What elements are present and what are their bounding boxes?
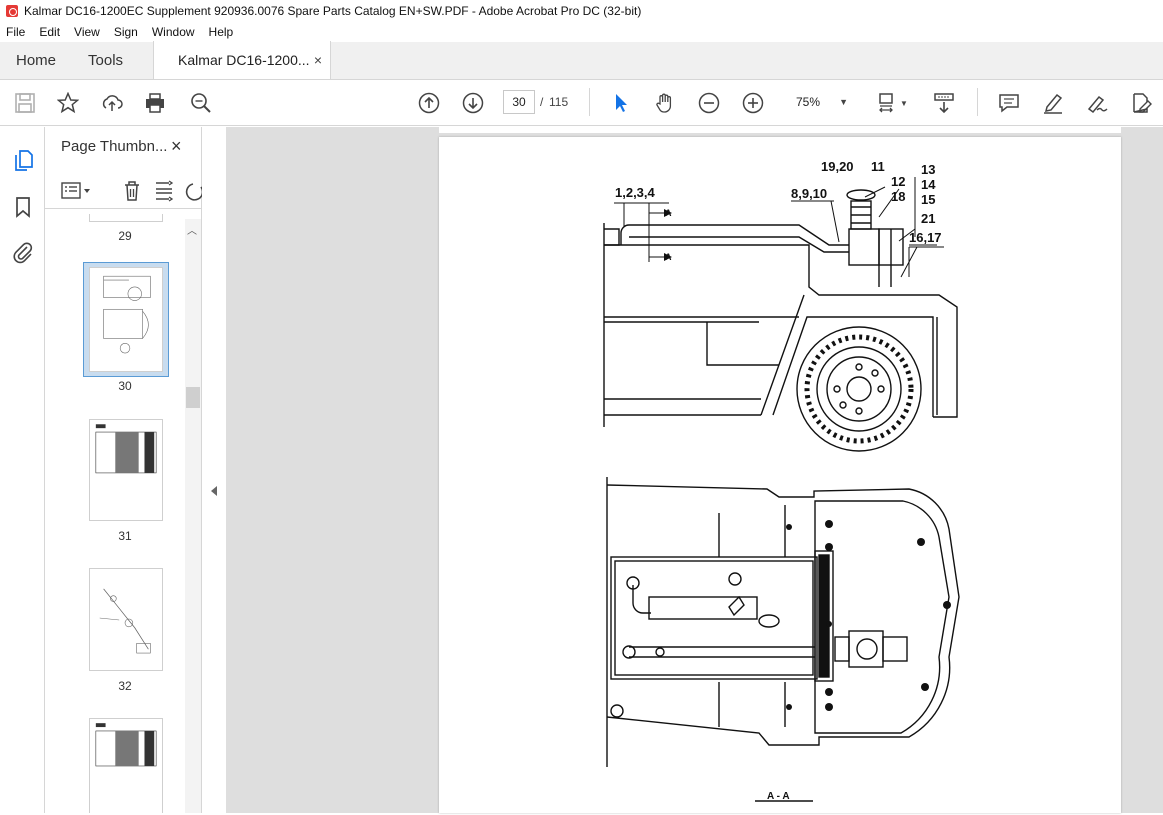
page-total: 115 xyxy=(549,95,569,109)
zoom-out-icon[interactable] xyxy=(697,91,721,115)
arrow-up-icon[interactable] xyxy=(417,91,441,115)
options-menu-icon[interactable] xyxy=(61,181,91,204)
thumbnail-29[interactable] xyxy=(89,214,163,222)
page-number-input[interactable]: 30 xyxy=(503,90,535,114)
delete-icon[interactable] xyxy=(121,180,143,205)
panel-close-icon[interactable]: × xyxy=(171,136,182,157)
panel-collapse-strip xyxy=(202,127,226,813)
thumbnail-31-preview xyxy=(95,424,157,474)
thumbnail-label: 31 xyxy=(118,529,132,543)
thumbnail-label: 30 xyxy=(118,379,132,393)
panel-toolbar xyxy=(45,175,202,209)
callout-label: 18 xyxy=(891,189,905,204)
callout-label: 15 xyxy=(921,192,935,207)
callout-label: 14 xyxy=(921,177,936,192)
callout-label: 19,20 xyxy=(821,159,854,174)
toolbar-divider xyxy=(589,88,590,116)
chevron-down-icon: ▼ xyxy=(839,97,848,107)
callout-label: 13 xyxy=(921,162,935,177)
attachment-icon[interactable] xyxy=(11,240,35,264)
zoom-search-icon[interactable] xyxy=(189,91,213,115)
fit-page-icon[interactable] xyxy=(876,91,900,115)
tab-document[interactable]: Kalmar DC16-1200... × xyxy=(153,41,332,79)
comment-icon[interactable] xyxy=(997,91,1021,115)
technical-drawing: 1,2,3,4 19,20 11 13 12 14 8,9,10 18 15 2… xyxy=(603,159,960,802)
tab-bar: Home Tools Kalmar DC16-1200... × xyxy=(0,41,1163,80)
print-icon[interactable] xyxy=(143,91,167,115)
zoom-in-icon[interactable] xyxy=(741,91,765,115)
menu-window[interactable]: Window xyxy=(152,25,195,39)
thumbnail-31[interactable] xyxy=(89,419,163,521)
edit-pdf-icon[interactable] xyxy=(1129,91,1153,115)
section-title: A - A xyxy=(767,791,790,802)
tab-document-label: Kalmar DC16-1200... xyxy=(178,52,310,68)
thumbnail-33[interactable] xyxy=(89,718,163,813)
sign-icon[interactable] xyxy=(1085,91,1109,115)
thumbnails-scrollbar[interactable] xyxy=(185,219,201,813)
save-icon[interactable] xyxy=(13,91,37,115)
extract-pages-icon[interactable] xyxy=(153,180,175,205)
tab-close-icon[interactable]: × xyxy=(314,52,322,68)
thumbnail-33-preview xyxy=(95,723,157,767)
collapse-panel-icon[interactable] xyxy=(211,486,217,496)
toolbar-divider-2 xyxy=(977,88,978,116)
highlight-pen-icon[interactable] xyxy=(1041,91,1065,115)
left-rail xyxy=(0,127,45,813)
tab-home[interactable]: Home xyxy=(0,41,72,79)
thumbnail-label: 32 xyxy=(118,679,132,693)
menu-view[interactable]: View xyxy=(74,25,100,39)
callout-label: 8,9,10 xyxy=(791,186,827,201)
fit-dropdown-icon[interactable]: ▼ xyxy=(899,91,909,115)
scroll-up-icon[interactable]: ︿ xyxy=(187,222,197,237)
menu-edit[interactable]: Edit xyxy=(39,25,60,39)
scroll-thumb[interactable] xyxy=(186,387,200,408)
callout-label: 12 xyxy=(891,174,905,189)
title-bar: Kalmar DC16-1200EC Supplement 920936.007… xyxy=(0,0,1163,22)
thumbnail-30[interactable] xyxy=(89,267,163,372)
page-separator: / xyxy=(540,95,544,109)
zoom-select[interactable]: 75% ▼ xyxy=(786,90,854,114)
section-mark: A xyxy=(665,252,672,262)
menu-bar: File Edit View Sign Window Help xyxy=(0,22,1163,42)
menu-sign[interactable]: Sign xyxy=(114,25,138,39)
menu-help[interactable]: Help xyxy=(209,25,234,39)
thumbnail-32-preview xyxy=(99,588,151,654)
window-title: Kalmar DC16-1200EC Supplement 920936.007… xyxy=(24,4,642,18)
thumbnail-30-preview xyxy=(103,275,151,354)
arrow-down-icon[interactable] xyxy=(461,91,485,115)
tab-tools[interactable]: Tools xyxy=(72,41,139,79)
callout-label: 11 xyxy=(871,159,885,174)
acrobat-logo-icon xyxy=(6,5,18,17)
star-icon[interactable] xyxy=(56,91,80,115)
menu-file[interactable]: File xyxy=(6,25,25,39)
toolbar xyxy=(0,80,1163,126)
panel-title: Page Thumbn... xyxy=(61,138,168,155)
rotate-icon[interactable] xyxy=(185,180,202,205)
select-cursor-icon[interactable] xyxy=(609,91,633,115)
previous-page-edge xyxy=(439,127,1121,133)
zoom-value: 75% xyxy=(796,95,821,109)
thumbnail-32[interactable] xyxy=(89,568,163,671)
callout-label: 1,2,3,4 xyxy=(615,185,656,200)
scroll-mode-icon[interactable] xyxy=(932,91,956,115)
thumbnail-label: 29 xyxy=(118,229,132,243)
section-mark: A xyxy=(665,208,672,218)
upload-icon[interactable] xyxy=(100,91,124,115)
callout-label: 16,17 xyxy=(909,230,942,245)
callout-label: 21 xyxy=(921,211,935,226)
page-thumbnails-icon[interactable] xyxy=(11,148,35,172)
hand-icon[interactable] xyxy=(653,91,677,115)
bookmark-icon[interactable] xyxy=(11,195,35,219)
